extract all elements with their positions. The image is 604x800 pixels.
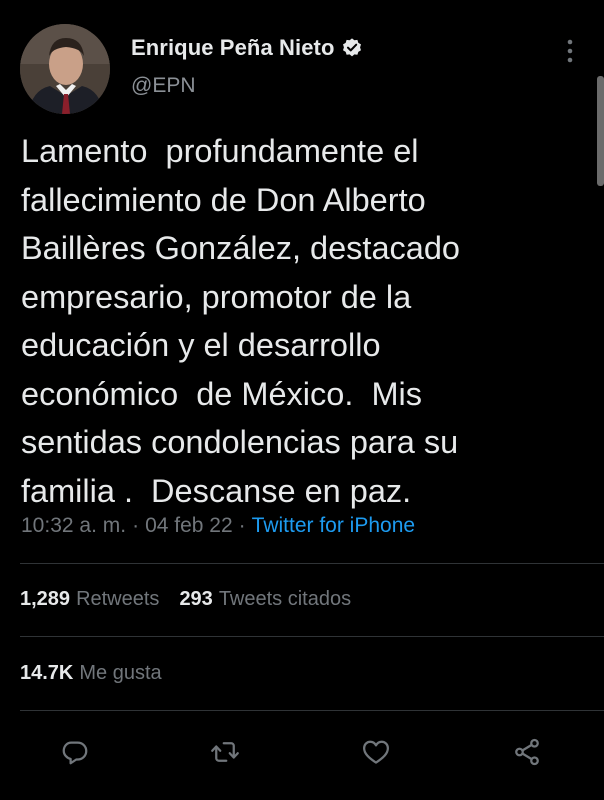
retweet-stats-row: 1,289 Retweets 293 Tweets citados xyxy=(20,588,351,611)
divider xyxy=(20,563,604,564)
reply-button[interactable] xyxy=(55,732,95,772)
tweet-text: Lamento profundamente el fallecimiento d… xyxy=(21,133,461,509)
verified-badge-icon xyxy=(341,37,363,59)
tweet-time[interactable]: 10:32 a. m. xyxy=(21,514,126,537)
retweet-button[interactable] xyxy=(205,732,245,772)
scrollbar-thumb[interactable] xyxy=(597,76,604,186)
avatar-portrait xyxy=(20,24,110,114)
likes-label: Me gusta xyxy=(79,662,162,684)
likes-count: 14.7K xyxy=(20,662,74,684)
more-options-icon[interactable] xyxy=(563,38,577,64)
quotes-label: Tweets citados xyxy=(218,588,352,610)
user-handle[interactable]: @EPN xyxy=(131,74,363,98)
tweet-meta: 10:32 a. m. · 04 feb 22 · Twitter for iPhone xyxy=(21,514,415,538)
quotes-count: 293 xyxy=(179,588,213,610)
likes-stat[interactable]: 14.7K Me gusta xyxy=(20,662,162,684)
display-name-row: Enrique Peña Nieto xyxy=(131,32,363,64)
avatar[interactable] xyxy=(20,24,110,114)
tweet-detail: Enrique Peña Nieto @EPN Lamento profunda… xyxy=(0,0,604,800)
likes-stats-row: 14.7K Me gusta xyxy=(20,662,162,685)
like-icon xyxy=(363,740,389,764)
retweets-label: Retweets xyxy=(76,588,160,610)
display-name[interactable]: Enrique Peña Nieto xyxy=(131,35,335,61)
retweets-stat[interactable]: 1,289 Retweets xyxy=(20,588,159,610)
tweet-source-link[interactable]: Twitter for iPhone xyxy=(252,514,415,537)
divider xyxy=(20,636,604,637)
author-block: Enrique Peña Nieto @EPN xyxy=(131,32,363,98)
reply-icon xyxy=(62,741,88,765)
meta-separator: · xyxy=(132,514,140,537)
quotes-stat[interactable]: 293 Tweets citados xyxy=(179,588,351,610)
retweets-count: 1,289 xyxy=(20,588,71,610)
meta-separator: · xyxy=(238,514,246,537)
share-button[interactable] xyxy=(507,732,547,772)
divider xyxy=(20,710,604,711)
tweet-date[interactable]: 04 feb 22 xyxy=(145,514,233,537)
share-icon xyxy=(515,738,539,766)
retweet-icon xyxy=(211,742,239,762)
like-button[interactable] xyxy=(356,732,396,772)
